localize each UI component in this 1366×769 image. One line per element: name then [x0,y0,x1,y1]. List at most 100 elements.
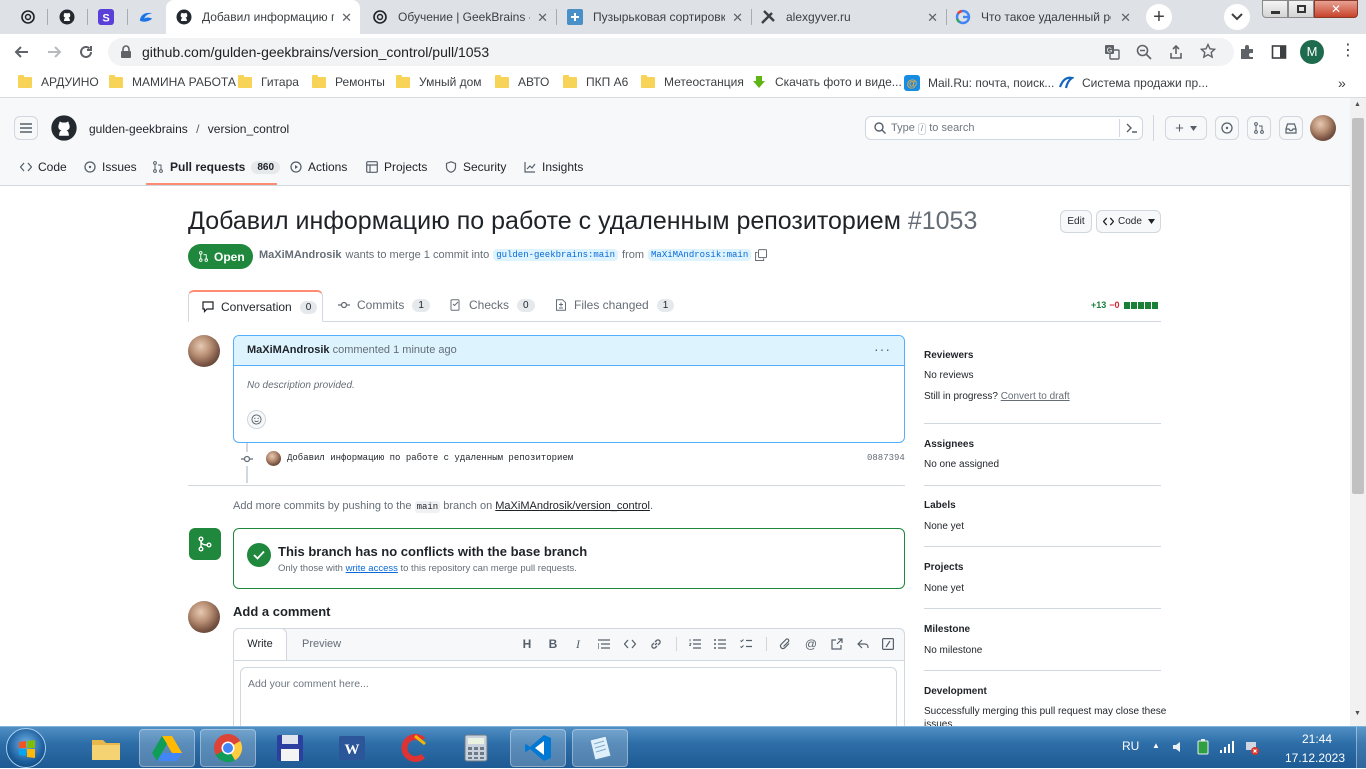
tray-expand-icon[interactable]: ▲ [1152,741,1160,750]
taskbar-app[interactable] [386,729,442,767]
show-desktop-button[interactable] [1356,727,1366,769]
clock-date[interactable]: 17.12.2023 [1275,751,1355,765]
cross-reference-icon[interactable] [830,637,844,651]
italic-icon[interactable]: I [571,637,585,651]
bookmark-item[interactable]: Ремонты [312,74,385,89]
scrollbar-thumb[interactable] [1352,118,1364,494]
lock-icon[interactable] [120,45,132,59]
browser-tab[interactable]: alexgyver.ru ✕ [752,0,946,34]
language-indicator[interactable]: RU [1122,739,1139,753]
taskbar-app[interactable] [572,729,628,767]
head-branch[interactable]: MaXiMAndrosik:main [648,249,752,261]
link-icon[interactable] [649,637,663,651]
unordered-list-icon[interactable] [713,637,727,651]
taskbar-app[interactable] [78,729,134,767]
projects-heading[interactable]: Projects [924,562,963,573]
battery-icon[interactable] [1196,739,1210,755]
clock-time[interactable]: 21:44 [1282,732,1352,746]
fork-repo-link[interactable]: MaXiMAndrosik/version_control [495,500,650,512]
mention-icon[interactable]: @ [804,637,818,651]
minimize-button[interactable] [1262,0,1288,18]
tab-search-button[interactable] [1224,4,1250,30]
volume-icon[interactable] [1172,740,1186,754]
tab-security[interactable]: Security [445,158,506,176]
preview-tab[interactable]: Preview [302,638,341,650]
tab-insights[interactable]: Insights [524,158,583,176]
side-panel-icon[interactable] [1271,44,1287,60]
tab-close-icon[interactable]: ✕ [927,10,938,26]
bold-icon[interactable]: B [546,637,560,651]
tab-close-icon[interactable]: ✕ [1120,10,1131,26]
reply-icon[interactable] [856,637,870,651]
write-access-link[interactable]: write access [346,563,398,574]
paperclip-icon[interactable] [778,637,792,651]
code-dropdown-button[interactable]: Code [1096,210,1161,233]
pull-requests-button[interactable] [1247,116,1271,140]
github-logo-icon[interactable] [51,115,77,141]
bookmarks-overflow-icon[interactable]: » [1338,75,1346,91]
browser-tab[interactable] [128,0,166,34]
copy-icon[interactable] [755,249,768,261]
create-new-button[interactable]: + [1165,116,1207,140]
commit-message[interactable]: Добавил информацию по работе с удаленным… [287,453,573,463]
browser-tab[interactable]: Что такое удаленный репо ✕ [947,0,1139,34]
owner-link[interactable]: gulden-geekbrains [89,122,188,136]
comment-time[interactable]: 1 minute ago [393,344,457,356]
new-tab-button[interactable]: + [1146,4,1172,30]
start-button[interactable] [6,728,46,768]
tab-checks[interactable]: Checks 0 [450,298,535,312]
tab-commits[interactable]: Commits 1 [338,298,430,312]
inbox-button[interactable] [1279,116,1303,140]
taskbar-app[interactable] [200,729,256,767]
reviewers-heading[interactable]: Reviewers [924,350,973,361]
tab-projects[interactable]: Projects [366,158,427,176]
bookmark-item[interactable]: Гитара [238,74,299,89]
address-bar[interactable]: github.com/gulden-geekbrains/version_con… [108,38,1234,66]
bookmark-item[interactable]: АРДУИНО [18,74,99,89]
avatar[interactable] [266,451,281,466]
ordered-list-icon[interactable] [688,637,702,651]
tab-close-icon[interactable]: ✕ [537,10,548,26]
add-reaction-button[interactable] [247,410,266,429]
tab-pull-requests[interactable]: Pull requests 860 [152,158,281,176]
bookmark-item[interactable]: ПКП А6 [563,74,628,89]
edit-button[interactable]: Edit [1060,210,1092,233]
browser-tab[interactable] [8,0,48,34]
search-input[interactable]: Type / to search [865,116,1143,140]
tab-close-icon[interactable]: ✕ [732,10,743,26]
taskbar-app[interactable] [510,729,566,767]
close-window-button[interactable]: ✕ [1314,0,1358,18]
tab-conversation[interactable]: Conversation 0 [188,290,323,322]
avatar[interactable] [188,335,220,367]
profile-avatar[interactable]: M [1300,40,1324,64]
browser-tab-active[interactable]: Добавил информацию по ✕ [166,0,360,34]
user-avatar[interactable] [1310,115,1336,141]
comment-textarea[interactable]: Add your comment here... [240,667,897,733]
reload-icon[interactable] [76,42,96,62]
bookmark-item[interactable]: Система продажи пр... [1058,75,1208,91]
translate-icon[interactable]: G [1104,44,1120,60]
page-scrollbar[interactable]: ▲ ▼ [1350,98,1366,726]
taskbar-app[interactable]: W [324,729,380,767]
zoom-icon[interactable] [1136,44,1152,60]
commit-sha[interactable]: 0887394 [867,453,905,463]
restore-button[interactable] [1288,0,1314,18]
scroll-down-arrow-icon[interactable]: ▼ [1354,710,1361,717]
browser-menu-icon[interactable]: ⋮ [1340,42,1356,60]
browser-tab[interactable]: Пузырьковая сортировка ✕ [557,0,751,34]
tab-close-icon[interactable]: ✕ [341,10,352,26]
quote-icon[interactable] [597,637,611,651]
bookmark-item[interactable]: АВТО [495,74,549,89]
bookmark-item[interactable]: МАМИНА РАБОТА [109,74,236,89]
heading-icon[interactable]: H [520,637,534,651]
bookmark-star-icon[interactable] [1200,43,1216,59]
back-arrow-icon[interactable] [12,42,32,62]
author-link[interactable]: MaXiMAndrosik [259,249,342,261]
convert-to-draft-link[interactable]: Convert to draft [1001,391,1070,402]
taskbar-app[interactable] [139,729,195,767]
command-palette-icon[interactable] [1126,123,1138,133]
assignees-heading[interactable]: Assignees [924,439,974,450]
tab-issues[interactable]: Issues [84,158,137,176]
tab-code[interactable]: Code [20,158,67,176]
labels-heading[interactable]: Labels [924,500,956,511]
